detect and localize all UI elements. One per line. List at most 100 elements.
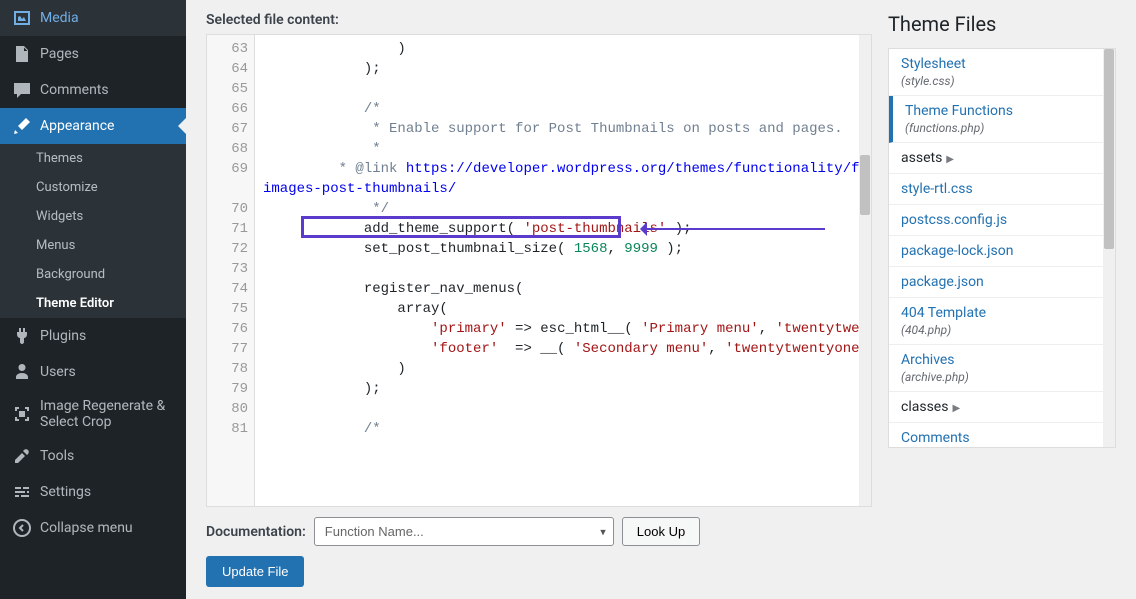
users-icon	[12, 362, 32, 382]
image-crop-icon	[12, 404, 32, 424]
file-label: Theme Functions	[905, 103, 1103, 119]
highlight-arrow	[645, 228, 825, 230]
menu-label: Media	[40, 10, 79, 26]
file-item[interactable]: package.json	[889, 267, 1115, 298]
submenu-item[interactable]: Menus	[0, 231, 186, 260]
file-label: 404 Template	[901, 305, 1103, 321]
menu-item-media[interactable]: Media	[0, 0, 186, 36]
file-item[interactable]: style-rtl.css	[889, 174, 1115, 205]
code-line[interactable]: 'footer' => __( 'Secondary menu', 'twent…	[263, 339, 872, 359]
code-line[interactable]: /*	[263, 99, 872, 119]
function-select[interactable]: Function Name...	[314, 517, 614, 546]
menu-label: Tools	[40, 448, 74, 464]
comment-icon	[12, 80, 32, 100]
code-line[interactable]: * @link https://developer.wordpress.org/…	[263, 159, 872, 179]
main-content: Selected file content: 63646566676869707…	[186, 0, 1136, 599]
file-label: classes▶	[901, 399, 1103, 415]
code-line[interactable]: register_nav_menus(	[263, 279, 872, 299]
code-line[interactable]: images-post-thumbnails/	[263, 179, 872, 199]
code-line[interactable]	[263, 259, 872, 279]
submenu-item[interactable]: Background	[0, 260, 186, 289]
lookup-button[interactable]: Look Up	[622, 517, 700, 546]
menu-label: Comments	[40, 82, 109, 98]
menu-item-sliders[interactable]: Settings	[0, 474, 186, 510]
submenu-item[interactable]: Customize	[0, 173, 186, 202]
documentation-label: Documentation:	[206, 524, 306, 540]
submenu-item[interactable]: Widgets	[0, 202, 186, 231]
menu-label: Settings	[40, 484, 91, 500]
theme-files-list[interactable]: Stylesheet (style.css) Theme Functions (fun…	[888, 48, 1116, 448]
file-label: Stylesheet	[901, 56, 1103, 72]
code-line[interactable]: */	[263, 199, 872, 219]
menu-item-page[interactable]: Pages	[0, 36, 186, 72]
menu-item-collapse[interactable]: Collapse menu	[0, 510, 186, 546]
menu-label: Image Regenerate & Select Crop	[40, 398, 174, 430]
menu-item-brush[interactable]: Appearance	[0, 108, 186, 144]
file-sublabel: (404.php)	[901, 323, 1103, 337]
menu-label: Plugins	[40, 328, 86, 344]
brush-icon	[12, 116, 32, 136]
code-line[interactable]: /*	[263, 419, 872, 439]
file-item[interactable]: Stylesheet (style.css)	[889, 49, 1115, 96]
folder-item[interactable]: classes▶	[889, 392, 1115, 423]
file-item[interactable]: 404 Template (404.php)	[889, 298, 1115, 345]
folder-item[interactable]: assets▶	[889, 143, 1115, 174]
file-label: Archives	[901, 352, 1103, 368]
file-item[interactable]: package-lock.json	[889, 236, 1115, 267]
code-line[interactable]: );	[263, 59, 872, 79]
file-label: assets▶	[901, 150, 1103, 166]
theme-files-title: Theme Files	[888, 12, 1116, 36]
files-scrollbar[interactable]	[1103, 49, 1115, 447]
menu-item-plug[interactable]: Plugins	[0, 318, 186, 354]
chevron-right-icon: ▶	[946, 154, 954, 165]
documentation-row: Documentation: Function Name... ▾ Look U…	[206, 517, 1116, 546]
collapse-icon	[12, 518, 32, 538]
theme-files-panel: Theme Files Stylesheet (style.css) Theme F…	[888, 12, 1116, 507]
sliders-icon	[12, 482, 32, 502]
code-line[interactable]	[263, 399, 872, 419]
code-line[interactable]: 'primary' => esc_html__( 'Primary menu',…	[263, 319, 872, 339]
file-sublabel: (functions.php)	[905, 121, 1103, 135]
code-line[interactable]: )	[263, 359, 872, 379]
code-line[interactable]: );	[263, 379, 872, 399]
file-sublabel: (archive.php)	[901, 370, 1103, 384]
appearance-submenu: ThemesCustomizeWidgetsMenusBackgroundThe…	[0, 144, 186, 318]
submenu-item[interactable]: Theme Editor	[0, 289, 186, 318]
file-item[interactable]: postcss.config.js	[889, 205, 1115, 236]
menu-label: Collapse menu	[40, 520, 133, 536]
file-label: Comments	[901, 430, 1103, 446]
admin-sidebar: Media Pages Comments Appearance ThemesCustom…	[0, 0, 186, 599]
file-sublabel: (style.css)	[901, 74, 1103, 88]
file-item[interactable]: Archives (archive.php)	[889, 345, 1115, 392]
code-area[interactable]: ) ); /* * Enable support for Post Thumbn…	[255, 35, 872, 506]
menu-label: Appearance	[40, 118, 114, 134]
file-label: package.json	[901, 274, 1103, 290]
menu-label: Pages	[40, 46, 79, 62]
menu-item-image-crop[interactable]: Image Regenerate & Select Crop	[0, 390, 186, 438]
update-file-button[interactable]: Update File	[206, 556, 304, 587]
media-icon	[12, 8, 32, 28]
code-editor[interactable]: 63646566676869707172737475767778798081 )…	[206, 34, 872, 507]
file-item[interactable]: Theme Functions (functions.php)	[889, 96, 1115, 143]
line-gutter: 63646566676869707172737475767778798081	[207, 35, 255, 506]
code-line[interactable]: *	[263, 139, 872, 159]
file-label: style-rtl.css	[901, 181, 1103, 197]
code-line[interactable]: array(	[263, 299, 872, 319]
menu-label: Users	[40, 364, 76, 380]
submenu-item[interactable]: Themes	[0, 144, 186, 173]
editor-scrollbar[interactable]	[859, 35, 871, 506]
wrench-icon	[12, 446, 32, 466]
menu-item-wrench[interactable]: Tools	[0, 438, 186, 474]
code-line[interactable]	[263, 79, 872, 99]
file-item[interactable]: Comments	[889, 423, 1115, 448]
code-line[interactable]: set_post_thumbnail_size( 1568, 9999 );	[263, 239, 872, 259]
chevron-right-icon: ▶	[952, 403, 960, 414]
file-label: package-lock.json	[901, 243, 1103, 259]
file-label: postcss.config.js	[901, 212, 1103, 228]
code-line[interactable]: )	[263, 39, 872, 59]
menu-item-comment[interactable]: Comments	[0, 72, 186, 108]
code-line[interactable]: * Enable support for Post Thumbnails on …	[263, 119, 872, 139]
page-icon	[12, 44, 32, 64]
menu-item-users[interactable]: Users	[0, 354, 186, 390]
plug-icon	[12, 326, 32, 346]
